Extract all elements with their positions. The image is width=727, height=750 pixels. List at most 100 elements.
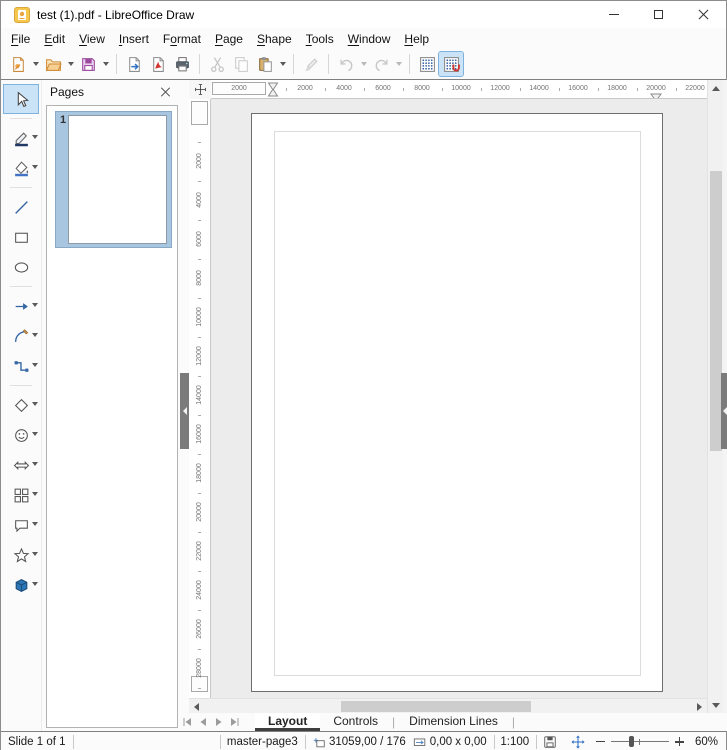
symbol-shapes-icon (14, 428, 28, 442)
tool-separator (10, 187, 32, 188)
display-grid-button[interactable] (415, 52, 439, 76)
scale-indicator[interactable]: 1:100 (494, 736, 536, 748)
first-page-button[interactable] (179, 714, 195, 730)
menu-item-window[interactable]: Window (341, 30, 398, 48)
drawing-canvas[interactable] (211, 99, 707, 698)
scroll-left-button[interactable] (189, 699, 204, 714)
chevron-down-icon (32, 432, 38, 436)
fit-page-button[interactable] (564, 734, 592, 749)
snap-to-grid-button[interactable] (438, 51, 464, 77)
flowchart-tool[interactable] (4, 481, 38, 509)
document-modified-indicator[interactable] (536, 735, 564, 749)
pages-panel-close-icon[interactable] (159, 86, 171, 98)
export-button[interactable] (122, 52, 146, 76)
chevron-down-icon (32, 363, 38, 367)
pages-panel-splitter-handle[interactable] (180, 373, 189, 449)
undo-button (334, 52, 358, 76)
ellipse-tool[interactable] (4, 253, 38, 281)
3d-objects-tool[interactable] (4, 571, 38, 599)
horizontal-scrollbar-thumb[interactable] (341, 701, 531, 712)
document-page[interactable] (251, 113, 663, 692)
menu-item-page[interactable]: Page (208, 30, 250, 48)
stars-and-banners-tool[interactable] (4, 541, 38, 569)
previous-page-button[interactable] (195, 714, 211, 730)
fill-color-tool[interactable] (4, 154, 38, 182)
menu-item-insert[interactable]: Insert (112, 30, 156, 48)
block-arrows-tool[interactable] (4, 451, 38, 479)
chevron-down-icon (32, 165, 38, 169)
ruler-margin-marker-icon[interactable] (267, 82, 279, 98)
connectors-tool[interactable] (4, 352, 38, 380)
menu-bar: File Edit View Insert Format Page Shape Tools Wi… (1, 28, 726, 49)
select-tool[interactable] (3, 84, 39, 114)
zoom-slider-thumb[interactable] (628, 736, 634, 747)
horizontal-ruler[interactable]: 2000 2000 4000 6000 8000 10000 12000 14000 1600… (211, 80, 707, 99)
horizontal-scrollbar[interactable] (189, 698, 707, 713)
menu-item-view[interactable]: View (72, 30, 112, 48)
menu-item-edit[interactable]: Edit (37, 30, 72, 48)
tab-controls[interactable]: Controls (320, 713, 391, 731)
master-page-indicator[interactable]: master-page3 (220, 736, 305, 748)
close-button[interactable] (681, 1, 726, 28)
tab-layout[interactable]: Layout (255, 713, 321, 731)
menu-item-format[interactable]: Format (156, 30, 208, 48)
zoom-slider-track[interactable] (610, 736, 669, 747)
sidebar-splitter-handle[interactable] (721, 373, 727, 449)
zoom-out-icon[interactable] (595, 740, 605, 743)
export-as-pdf-button[interactable] (146, 52, 170, 76)
ellipse-icon (14, 261, 28, 273)
minimize-button[interactable] (591, 1, 636, 28)
3d-objects-icon (15, 578, 27, 592)
menu-item-shape[interactable]: Shape (250, 30, 299, 48)
hruler-tick-label: 8000 (414, 85, 430, 92)
scroll-down-button[interactable] (708, 697, 724, 713)
vruler-tick-label: 12000 (196, 346, 203, 366)
open-button[interactable] (41, 52, 65, 76)
save-dropdown-button[interactable] (100, 52, 111, 76)
redo-dropdown-button[interactable] (393, 52, 404, 76)
symbol-shapes-tool[interactable] (4, 421, 38, 449)
lines-and-arrows-tool[interactable] (4, 292, 38, 320)
zoom-in-icon[interactable] (674, 737, 684, 746)
close-icon (698, 9, 709, 20)
scroll-right-button[interactable] (692, 699, 707, 714)
next-page-button[interactable] (211, 714, 227, 730)
paste-button[interactable] (253, 52, 277, 76)
pages-list[interactable]: 1 (46, 105, 178, 728)
object-size-icon (413, 738, 425, 746)
line-color-tool[interactable] (4, 124, 38, 152)
title-bar[interactable]: test (1).pdf - LibreOffice Draw (1, 1, 726, 28)
last-page-button[interactable] (227, 714, 243, 730)
callout-shapes-icon (14, 519, 28, 532)
menu-item-help[interactable]: Help (397, 30, 436, 48)
page-thumbnail-1[interactable]: 1 (55, 111, 172, 248)
print-button[interactable] (170, 52, 194, 76)
maximize-button[interactable] (636, 1, 681, 28)
save-status-icon (544, 735, 556, 748)
scroll-up-button[interactable] (708, 80, 724, 96)
menu-item-tools[interactable]: Tools (299, 30, 341, 48)
zoom-slider[interactable] (595, 736, 684, 747)
zoom-level-indicator[interactable]: 60% (688, 736, 726, 748)
save-button[interactable] (76, 52, 100, 76)
new-document-dropdown-button[interactable] (30, 52, 41, 76)
open-dropdown-button[interactable] (65, 52, 76, 76)
tab-dimension-lines[interactable]: Dimension Lines (396, 713, 511, 731)
chevron-down-icon (32, 552, 38, 556)
vruler-minor-tick (198, 687, 201, 689)
tab-divider: | (511, 715, 515, 729)
basic-shapes-tool[interactable] (4, 391, 38, 419)
vruler-minor-tick (198, 336, 201, 338)
vertical-ruler[interactable]: 2000 4000 6000 8000 10000 12000 14000 16000 1800… (189, 99, 211, 698)
paste-dropdown-button[interactable] (277, 52, 288, 76)
curves-and-polygons-tool[interactable] (4, 322, 38, 350)
rectangle-tool[interactable] (4, 223, 38, 251)
new-document-button[interactable] (6, 52, 30, 76)
insert-line-tool[interactable] (4, 193, 38, 221)
callout-shapes-tool[interactable] (4, 511, 38, 539)
undo-dropdown-button[interactable] (358, 52, 369, 76)
menu-item-file[interactable]: File (4, 30, 37, 48)
ruler-origin-button[interactable] (189, 80, 211, 99)
block-arrows-icon (13, 460, 29, 470)
vruler-tick-label: 18000 (196, 463, 203, 483)
